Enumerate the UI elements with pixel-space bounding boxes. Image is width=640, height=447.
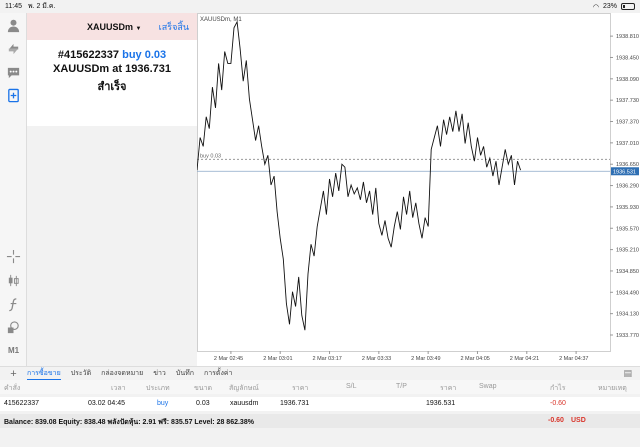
y-tick-label: 1938.450 (616, 55, 639, 61)
col-time[interactable]: เวลา (111, 383, 126, 394)
symbol-name: XAUUSDm (87, 21, 134, 32)
table-header: คำสั่ง เวลา ประเภท ขนาด สัญลักษณ์ ราคา S… (0, 380, 640, 394)
status-right: ◠ 23% (593, 3, 635, 11)
y-tick-label: 1938.810 (616, 34, 639, 40)
x-tick-label: 2 Mar 03:17 (313, 356, 342, 362)
battery-icon (621, 3, 635, 10)
x-tick-label: 2 Mar 04:37 (559, 356, 588, 362)
col-size[interactable]: ขนาด (194, 383, 212, 394)
currency: USD (571, 417, 586, 424)
col-tp[interactable]: T/P (396, 383, 407, 390)
order-price: 1936.731 (125, 63, 172, 75)
trade-arrows-icon[interactable] (4, 39, 23, 58)
y-tick-label: 1936.290 (616, 184, 639, 190)
col-swap[interactable]: Swap (479, 383, 497, 390)
tab-settings[interactable]: การตั้งค่า (204, 368, 233, 379)
y-tick-label: 1934.850 (616, 269, 639, 275)
balance-bar: Balance: 839.08 Equity: 838.48 พลังปัดหุ… (0, 414, 640, 428)
done-button[interactable]: เสร็จสิ้น (159, 20, 189, 34)
price-line: XAUUSDm at 1936.731 (27, 63, 197, 75)
x-tick-label: 2 Mar 03:49 (411, 356, 440, 362)
order-result-text: สำเร็จ (97, 81, 127, 93)
timeframe-button[interactable]: M1 (4, 341, 23, 360)
col-profit[interactable]: กำไร (550, 383, 565, 394)
order-result-body: #415622337 buy 0.03 XAUUSDm at 1936.731 … (27, 40, 197, 95)
row-profit: -0.60 (550, 400, 566, 407)
balance-text: Balance: 839.08 Equity: 838.48 พลังปัดหุ… (4, 419, 254, 426)
row-type: buy (157, 400, 169, 407)
order-panel-header: XAUUSDm ▼ เสร็จสิ้น (27, 13, 197, 40)
total-profit: -0.60 (548, 417, 564, 424)
row-symbol: xauusdm (230, 400, 259, 407)
left-toolbar: M1 (0, 13, 27, 366)
symbol-selector[interactable]: XAUUSDm ▼ (87, 22, 141, 32)
chevron-down-icon: ▼ (135, 25, 142, 32)
y-tick-label: 1937.730 (616, 98, 639, 104)
price-line-prefix: XAUUSDm at (52, 63, 123, 75)
date: พ. 2 มี.ค. (27, 3, 56, 10)
candles-icon[interactable] (4, 271, 23, 290)
layout-icon[interactable]: ▤ (623, 368, 632, 379)
terminal-tabs: + การซื้อขาย ประวัติ กล่องจดหมาย ข่าว บั… (0, 366, 640, 380)
tab-journal[interactable]: บันทึก (176, 368, 194, 379)
tab-news[interactable]: ข่าว (153, 368, 166, 379)
col-sl[interactable]: S/L (346, 383, 357, 390)
order-id: #415622337 (57, 49, 120, 61)
col-comment[interactable]: หมายเหตุ (598, 383, 627, 394)
status-bar: 11:45 พ. 2 มี.ค. ◠ 23% (0, 0, 640, 13)
y-tick-label: 1938.090 (616, 77, 639, 83)
function-icon[interactable] (4, 295, 23, 314)
order-line-label: buy 0.03 (200, 153, 221, 159)
y-tick-label: 1934.490 (616, 290, 639, 296)
row-time: 03.02 04:45 (88, 400, 125, 407)
tab-history[interactable]: ประวัติ (71, 368, 91, 379)
app-root: 11:45 พ. 2 มี.ค. ◠ 23% M1 XAUUSDm ▼ เสร็… (0, 0, 640, 447)
chart-title: XAUUSDm, M1 (200, 17, 242, 23)
clock: 11:45 (5, 3, 22, 10)
account-icon[interactable] (4, 16, 23, 35)
y-tick-label: 1937.010 (616, 141, 639, 147)
order-action: buy 0.03 (122, 49, 167, 61)
price-chart[interactable]: XAUUSDm, M1 1938.810 1938.450 1938.090 1937.… (197, 13, 640, 366)
col-current-price[interactable]: ราคา (440, 383, 456, 394)
bid-price-label: 1936.531 (613, 169, 636, 175)
x-tick-label: 2 Mar 04:21 (510, 356, 539, 362)
x-tick-label: 2 Mar 03:33 (362, 356, 391, 362)
crosshair-icon[interactable] (4, 247, 23, 266)
new-order-icon[interactable] (4, 86, 23, 105)
y-tick-label: 1935.570 (616, 226, 639, 232)
add-icon[interactable]: + (0, 368, 27, 380)
x-tick-label: 2 Mar 03:01 (263, 356, 292, 362)
chart-svg[interactable]: XAUUSDm, M1 1938.810 1938.450 1938.090 1937.… (197, 13, 640, 366)
objects-icon[interactable] (4, 318, 23, 337)
col-symbol[interactable]: สัญลักษณ์ (229, 383, 259, 394)
y-tick-label: 1934.130 (616, 312, 639, 318)
wifi-icon: ◠ (592, 3, 599, 11)
battery-percent: 23% (602, 3, 617, 10)
col-order[interactable]: คำสั่ง (4, 383, 20, 394)
x-tick-label: 2 Mar 04:05 (460, 356, 489, 362)
y-tick-label: 1935.210 (616, 248, 639, 254)
order-line: #415622337 buy 0.03 (27, 49, 197, 61)
row-size: 0.03 (196, 400, 210, 407)
tab-trade[interactable]: การซื้อขาย (27, 368, 61, 380)
y-tick-label: 1933.770 (616, 333, 639, 339)
col-price[interactable]: ราคา (292, 383, 308, 394)
row-price: 1936.731 (280, 400, 310, 407)
x-tick-label: 2 Mar 02:45 (214, 356, 243, 362)
order-result-panel: XAUUSDm ▼ เสร็จสิ้น #415622337 buy 0.03 … (27, 13, 197, 126)
col-type[interactable]: ประเภท (146, 383, 170, 394)
y-tick-label: 1937.370 (616, 120, 639, 126)
plot-frame (197, 13, 611, 352)
table-row[interactable]: 415622337 03.02 04:45 buy 0.03 xauusdm 1… (0, 397, 640, 411)
status-left: 11:45 พ. 2 มี.ค. (5, 1, 59, 12)
bottom-area (0, 428, 640, 447)
y-tick-label: 1935.930 (616, 205, 639, 211)
row-current-price: 1936.531 (426, 400, 456, 407)
row-order: 415622337 (4, 400, 40, 407)
chat-icon[interactable] (4, 63, 23, 82)
tab-mailbox[interactable]: กล่องจดหมาย (101, 368, 143, 379)
